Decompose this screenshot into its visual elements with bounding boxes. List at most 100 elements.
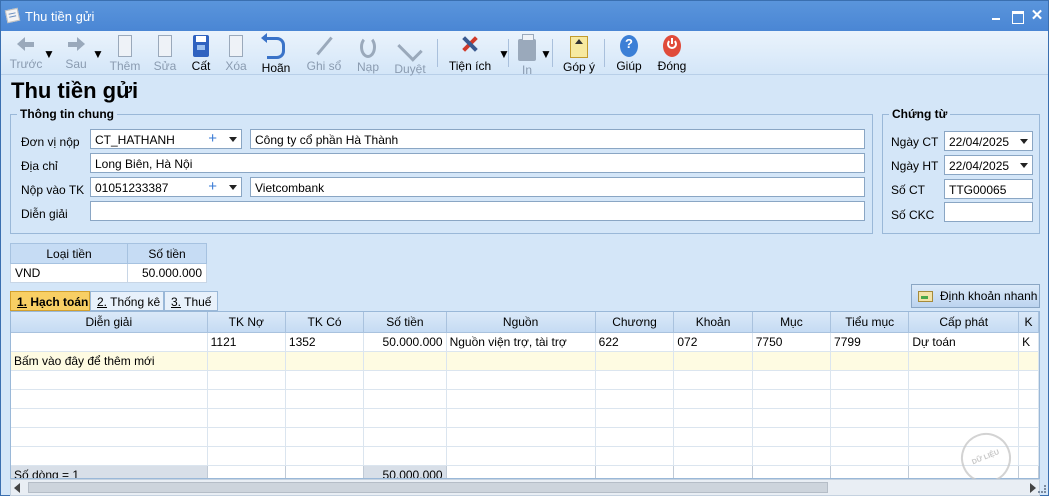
cell-credit-account[interactable]: 1352 (285, 332, 365, 352)
posting-date-picker[interactable]: 22/04/2025 (944, 155, 1033, 175)
check-icon (397, 36, 423, 62)
description-label: Diễn giải (21, 207, 68, 221)
address-field[interactable]: Long Biên, Hà Nội (90, 153, 865, 173)
reload-button[interactable]: Nạp (353, 33, 383, 74)
help-button[interactable]: ? Giúp (613, 33, 645, 73)
feedback-button[interactable]: Góp ý (560, 33, 598, 74)
toolbar-separator (508, 39, 509, 67)
cell-chapter[interactable]: 622 (595, 332, 675, 352)
resize-grip-icon[interactable] (1038, 485, 1046, 493)
ckc-field[interactable] (944, 202, 1033, 222)
app-window: Thu tiền gửi ✕ Trước ▼ Sau ▼ Thêm Sửa Cấ… (0, 0, 1049, 496)
print-dropdown-icon[interactable]: ▼ (540, 47, 552, 61)
undo-button[interactable]: Hoãn (259, 33, 293, 75)
currency-type-cell[interactable]: VND (9, 263, 129, 283)
next-dropdown-icon[interactable]: ▼ (92, 47, 104, 61)
voucher-date-label: Ngày CT (891, 135, 939, 149)
currency-table: Loại tiền Số tiền VND 50.000.000 (9, 243, 207, 283)
app-icon (4, 7, 21, 24)
col-chapter[interactable]: Chương (595, 312, 675, 333)
cell-description[interactable] (11, 332, 208, 352)
col-description[interactable]: Diễn giải (11, 312, 208, 333)
col-section[interactable]: Khoản (673, 312, 753, 333)
amount-header: Số tiền (127, 243, 207, 264)
col-subitem[interactable]: Tiểu mục (830, 312, 910, 333)
scroll-thumb[interactable] (28, 482, 828, 493)
print-button[interactable]: In (515, 33, 539, 77)
col-source[interactable]: Nguồn (446, 312, 596, 333)
chevron-down-icon[interactable] (229, 185, 237, 190)
col-allocation[interactable]: Cấp phát (908, 312, 1020, 333)
col-amount[interactable]: Số tiền (363, 312, 447, 333)
tab-accounting[interactable]: 1. Hạch toán (10, 291, 90, 311)
tab-tax[interactable]: 3. Thuế (164, 291, 218, 311)
utilities-button[interactable]: Tiện ích (447, 33, 493, 73)
prev-dropdown-icon[interactable]: ▼ (43, 47, 55, 61)
col-next[interactable]: K (1018, 312, 1039, 333)
general-info-legend: Thông tin chung (20, 107, 114, 121)
toolbar-separator (552, 39, 553, 67)
table-row[interactable]: 1121 1352 50.000.000 Nguồn viện trợ, tài… (11, 332, 1039, 352)
voucher-no-field[interactable]: TTG00065 (944, 179, 1033, 199)
add-new-row[interactable]: Bấm vào đây để thêm mới (11, 351, 1039, 371)
save-icon (193, 35, 209, 57)
close-icon[interactable]: ✕ (1029, 8, 1045, 24)
cell-subitem[interactable]: 7799 (830, 332, 910, 352)
edit-document-icon (158, 35, 172, 57)
toolbar: Trước ▼ Sau ▼ Thêm Sửa Cất Xóa Hoãn Ghi … (1, 31, 1048, 77)
arrow-left-icon (15, 33, 37, 55)
post-button[interactable]: Ghi sổ (303, 33, 345, 73)
toolbar-separator (437, 39, 438, 67)
tab-statistics[interactable]: 2. Thống kê (90, 291, 164, 311)
undo-icon (261, 33, 285, 59)
empty-row (11, 408, 1039, 428)
add-icon[interactable]: + (208, 178, 217, 195)
chevron-down-icon[interactable] (1020, 163, 1028, 168)
bank-name-field[interactable]: Vietcombank (250, 177, 865, 197)
col-item[interactable]: Mục (752, 312, 832, 333)
payer-code-combo[interactable]: CT_HATHANH + (90, 129, 242, 149)
next-button[interactable]: Sau (59, 33, 93, 73)
scroll-right-icon[interactable] (1030, 483, 1036, 493)
save-button[interactable]: Cất (187, 33, 215, 73)
quick-entry-button[interactable]: Định khoản nhanh (911, 284, 1040, 308)
grid-footer-row: Số dòng = 1 50.000.000 (11, 465, 1039, 478)
maximize-icon[interactable] (1009, 8, 1025, 24)
edit-button[interactable]: Sửa (149, 33, 181, 73)
cell-amount[interactable]: 50.000.000 (363, 332, 447, 352)
voucher-legend: Chứng từ (892, 107, 948, 121)
account-label: Nộp vào TK (21, 183, 85, 197)
minimize-icon[interactable] (988, 8, 1004, 24)
address-label: Địa chỉ (21, 159, 58, 173)
amount-cell[interactable]: 50.000.000 (127, 263, 207, 283)
cell-next[interactable]: K (1018, 332, 1039, 352)
col-debit-account[interactable]: TK Nợ (207, 312, 286, 333)
delete-button[interactable]: Xóa (221, 33, 251, 73)
description-field[interactable] (90, 201, 865, 221)
close-button[interactable]: Đóng (655, 33, 689, 73)
empty-row (11, 446, 1039, 466)
add-button[interactable]: Thêm (107, 33, 143, 73)
scroll-left-icon[interactable] (14, 483, 20, 493)
add-new-row-text[interactable]: Bấm vào đây để thêm mới (11, 351, 208, 371)
cell-source[interactable]: Nguồn viện trợ, tài trợ (446, 332, 596, 352)
add-icon[interactable]: + (208, 130, 217, 147)
empty-row (11, 370, 1039, 390)
voucher-date-picker[interactable]: 22/04/2025 (944, 131, 1033, 151)
payer-name-field[interactable]: Công ty cổ phần Hà Thành (250, 129, 865, 149)
refresh-icon (360, 36, 376, 58)
cell-debit-account[interactable]: 1121 (207, 332, 286, 352)
chevron-down-icon[interactable] (1020, 139, 1028, 144)
horizontal-scrollbar[interactable] (10, 479, 1040, 496)
col-credit-account[interactable]: TK Có (285, 312, 365, 333)
cell-item[interactable]: 7750 (752, 332, 832, 352)
prev-button[interactable]: Trước (9, 33, 43, 73)
chevron-down-icon[interactable] (229, 137, 237, 142)
currency-row[interactable]: VND 50.000.000 (9, 263, 207, 283)
empty-row (11, 389, 1039, 409)
cell-allocation[interactable]: Dự toán (908, 332, 1020, 352)
cell-section[interactable]: 072 (673, 332, 753, 352)
account-combo[interactable]: 01051233387 + (90, 177, 242, 197)
delete-document-icon (229, 35, 243, 57)
approve-button[interactable]: Duyệt (391, 33, 429, 76)
